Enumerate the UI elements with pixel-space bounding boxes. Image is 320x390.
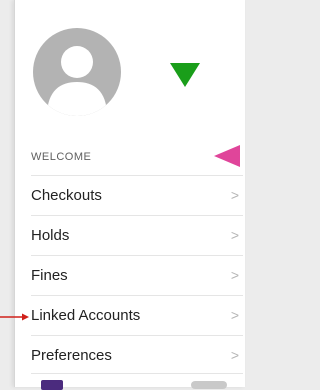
menu-item-label: Linked Accounts (31, 307, 141, 324)
app-icon (41, 380, 63, 390)
chevron-right-icon: > (230, 187, 239, 203)
green-triangle-marker (170, 63, 200, 87)
menu-item-label: Checkouts (31, 187, 102, 204)
partial-menu-item[interactable] (31, 373, 243, 390)
chevron-right-icon: > (230, 267, 239, 283)
chevron-right-icon: > (230, 307, 239, 323)
menu-item-checkouts[interactable]: Checkouts > (31, 175, 243, 215)
user-avatar-icon[interactable] (33, 28, 121, 116)
section-label-welcome: WELCOME (31, 151, 92, 163)
avatar-silhouette (47, 46, 107, 116)
menu-item-label: Holds (31, 227, 70, 244)
toggle-pill (191, 381, 227, 389)
menu-item-label: Preferences (31, 347, 112, 364)
menu-item-preferences[interactable]: Preferences > (31, 335, 243, 375)
menu-item-holds[interactable]: Holds > (31, 215, 243, 255)
navigation-drawer: WELCOME Checkouts > Holds > Fines > Link… (14, 0, 245, 390)
menu-item-label: Fines (31, 267, 68, 284)
menu-item-linked-accounts[interactable]: Linked Accounts > (31, 295, 243, 335)
drawer-menu: Checkouts > Holds > Fines > Linked Accou… (31, 175, 243, 375)
menu-item-fines[interactable]: Fines > (31, 255, 243, 295)
chevron-right-icon: > (230, 347, 239, 363)
chevron-right-icon: > (230, 227, 239, 243)
red-arrow-marker (0, 313, 29, 321)
pink-triangle-marker (214, 145, 240, 167)
